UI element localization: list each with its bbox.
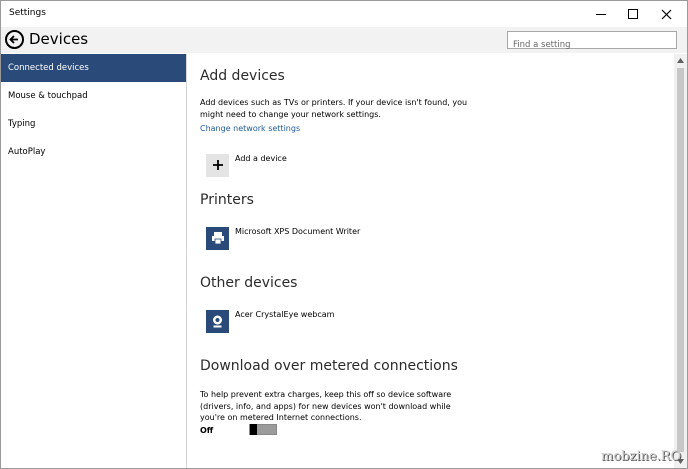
metered-toggle-label: Off [200, 426, 214, 435]
back-button[interactable] [5, 30, 24, 49]
add-devices-description: Add devices such as TVs or printers. If … [200, 98, 468, 119]
sidebar-item-typing[interactable]: Typing [1, 110, 186, 138]
search-box[interactable] [507, 31, 677, 53]
close-icon [661, 9, 671, 19]
sidebar-item-connected-devices[interactable]: Connected devices [1, 54, 186, 82]
webcam-item[interactable]: Acer CrystalEye webcam [206, 309, 334, 333]
page-title: Devices [29, 30, 89, 48]
metered-description: To help prevent extra charges, keep this… [200, 390, 452, 422]
maximize-icon [628, 9, 638, 19]
printer-icon [206, 226, 229, 250]
minimize-button[interactable] [584, 3, 618, 25]
add-devices-heading: Add devices [200, 68, 285, 84]
sidebar: Connected devices Mouse & touchpad Typin… [1, 54, 187, 468]
toggle-thumb [250, 424, 257, 435]
scroll-thumb[interactable] [677, 68, 684, 452]
title-bar: Settings [1, 1, 687, 27]
maximize-button[interactable] [616, 3, 650, 25]
printers-heading: Printers [200, 192, 254, 208]
change-network-settings-link[interactable]: Change network settings [200, 124, 300, 133]
sidebar-item-autoplay[interactable]: AutoPlay [1, 138, 186, 166]
printer-item[interactable]: Microsoft XPS Document Writer [206, 226, 360, 250]
webcam-icon [206, 309, 229, 333]
vertical-scrollbar[interactable] [674, 54, 687, 468]
metered-toggle[interactable] [249, 424, 277, 435]
minimize-icon [596, 13, 606, 15]
printer-label: Microsoft XPS Document Writer [235, 227, 361, 236]
webcam-label: Acer CrystalEye webcam [235, 310, 335, 319]
search-input[interactable] [508, 37, 676, 53]
scroll-up-arrow-icon [677, 58, 684, 63]
page-header: Devices [1, 27, 687, 53]
watermark: mobzine.RO [601, 449, 682, 464]
add-device-button[interactable]: Add a device [206, 153, 287, 177]
plus-icon [206, 153, 229, 177]
settings-window: Settings Devices Connected devices Mouse… [0, 0, 688, 469]
sidebar-item-mouse-touchpad[interactable]: Mouse & touchpad [1, 82, 186, 110]
content-pane: Add devices Add devices such as TVs or p… [188, 54, 674, 468]
other-devices-heading: Other devices [200, 275, 298, 291]
metered-heading: Download over metered connections [200, 358, 458, 374]
scroll-up-button[interactable] [674, 54, 687, 67]
add-device-label: Add a device [235, 154, 287, 163]
window-title: Settings [9, 8, 46, 18]
close-button[interactable] [649, 3, 683, 25]
back-arrow-icon [9, 35, 18, 44]
